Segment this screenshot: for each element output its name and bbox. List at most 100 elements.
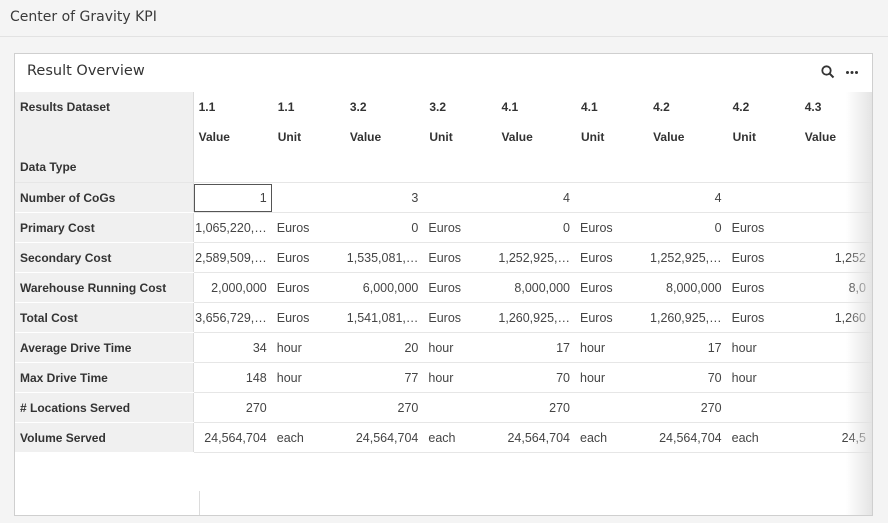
unit-cell[interactable]: Euros bbox=[424, 302, 497, 333]
value-cell[interactable]: 1,252 bbox=[799, 242, 872, 273]
column-dataset-header[interactable]: 4.2 bbox=[728, 92, 800, 122]
value-cell[interactable]: 0 bbox=[496, 212, 576, 243]
unit-cell[interactable]: Euros bbox=[576, 212, 649, 243]
value-cell[interactable]: 4 bbox=[648, 182, 728, 213]
value-cell[interactable]: 2,000,000 bbox=[193, 272, 273, 303]
value-cell[interactable] bbox=[799, 332, 872, 363]
value-cell[interactable]: 8,0 bbox=[799, 272, 872, 303]
unit-cell[interactable] bbox=[576, 182, 649, 213]
unit-cell[interactable]: each bbox=[576, 422, 649, 453]
unit-cell[interactable] bbox=[727, 392, 800, 423]
unit-cell[interactable] bbox=[272, 392, 345, 423]
value-cell[interactable]: 0 bbox=[344, 212, 425, 243]
unit-cell[interactable]: Euros bbox=[727, 302, 800, 333]
column-dataset-header[interactable]: 1.1 bbox=[193, 92, 273, 122]
unit-cell[interactable]: Euros bbox=[576, 302, 649, 333]
value-cell[interactable]: 4 bbox=[496, 182, 576, 213]
unit-cell[interactable]: hour bbox=[424, 362, 497, 393]
value-cell[interactable]: 1,535,081,… bbox=[344, 242, 425, 273]
value-cell[interactable]: 1,260,925,… bbox=[648, 302, 728, 333]
value-cell[interactable] bbox=[799, 182, 872, 213]
unit-cell[interactable]: Euros bbox=[272, 212, 345, 243]
unit-cell[interactable]: Euros bbox=[576, 242, 649, 273]
value-cell[interactable]: 270 bbox=[344, 392, 425, 423]
search-icon[interactable] bbox=[820, 64, 836, 80]
value-cell[interactable]: 24,564,704 bbox=[193, 422, 273, 453]
value-cell[interactable]: 24,564,704 bbox=[648, 422, 728, 453]
column-dataset-header[interactable]: 3.2 bbox=[424, 92, 496, 122]
unit-cell[interactable]: each bbox=[424, 422, 497, 453]
value-cell[interactable]: 8,000,000 bbox=[648, 272, 728, 303]
unit-cell[interactable]: each bbox=[272, 422, 345, 453]
column-type-header[interactable]: Unit bbox=[273, 122, 345, 152]
column-type-header[interactable]: Value bbox=[648, 122, 728, 152]
value-cell[interactable]: 17 bbox=[496, 332, 576, 363]
unit-cell[interactable] bbox=[727, 182, 800, 213]
unit-cell[interactable]: Euros bbox=[272, 302, 345, 333]
value-cell[interactable]: 1,252,925,… bbox=[648, 242, 728, 273]
column-dataset-header[interactable]: 4.2 bbox=[648, 92, 728, 122]
value-cell[interactable] bbox=[799, 362, 872, 393]
column-type-header[interactable]: Unit bbox=[728, 122, 800, 152]
unit-cell[interactable]: hour bbox=[727, 362, 800, 393]
column-type-header[interactable]: Value bbox=[345, 122, 425, 152]
unit-cell[interactable]: hour bbox=[272, 362, 345, 393]
unit-cell[interactable] bbox=[272, 182, 345, 213]
column-datatype-header[interactable] bbox=[424, 152, 497, 183]
value-cell[interactable]: 1,260 bbox=[799, 302, 872, 333]
value-cell[interactable]: 3 bbox=[344, 182, 425, 213]
column-dataset-header[interactable]: 3.2 bbox=[345, 92, 425, 122]
value-cell[interactable] bbox=[799, 392, 872, 423]
value-cell[interactable]: 24,564,704 bbox=[344, 422, 425, 453]
column-datatype-header[interactable] bbox=[576, 152, 649, 183]
value-cell[interactable]: 6,000,000 bbox=[344, 272, 425, 303]
column-datatype-header[interactable] bbox=[496, 152, 576, 183]
column-datatype-header[interactable] bbox=[648, 152, 728, 183]
column-dataset-header[interactable]: 4.1 bbox=[496, 92, 576, 122]
value-cell[interactable]: 1,541,081,… bbox=[344, 302, 425, 333]
column-datatype-header[interactable] bbox=[272, 152, 345, 183]
value-cell[interactable]: 3,656,729,… bbox=[193, 302, 273, 333]
value-cell[interactable] bbox=[799, 212, 872, 243]
unit-cell[interactable]: hour bbox=[576, 332, 649, 363]
value-cell[interactable]: 148 bbox=[193, 362, 273, 393]
unit-cell[interactable]: Euros bbox=[272, 242, 345, 273]
column-type-header[interactable]: Unit bbox=[424, 122, 496, 152]
value-cell[interactable]: 8,000,000 bbox=[496, 272, 576, 303]
column-datatype-header[interactable] bbox=[727, 152, 800, 183]
value-cell[interactable]: 1,252,925,… bbox=[496, 242, 576, 273]
unit-cell[interactable]: hour bbox=[727, 332, 800, 363]
column-dataset-header[interactable]: 4.3 bbox=[800, 92, 872, 122]
value-cell[interactable]: 1 bbox=[193, 182, 273, 213]
column-datatype-header[interactable] bbox=[193, 152, 273, 183]
value-cell[interactable]: 2,589,509,… bbox=[193, 242, 273, 273]
value-cell[interactable]: 1,065,220,… bbox=[193, 212, 273, 243]
unit-cell[interactable]: Euros bbox=[727, 212, 800, 243]
unit-cell[interactable] bbox=[424, 392, 497, 423]
column-type-header[interactable]: Value bbox=[496, 122, 576, 152]
unit-cell[interactable]: hour bbox=[272, 332, 345, 363]
value-cell[interactable]: 17 bbox=[648, 332, 728, 363]
value-cell[interactable]: 24,5 bbox=[799, 422, 872, 453]
column-datatype-header[interactable] bbox=[344, 152, 425, 183]
result-grid[interactable]: Results Dataset 1.1 1.1 3.2 3.2 4.1 4.1 4.2 4.2 4… bbox=[15, 92, 872, 515]
unit-cell[interactable] bbox=[576, 392, 649, 423]
unit-cell[interactable]: Euros bbox=[576, 272, 649, 303]
column-dataset-header[interactable]: 1.1 bbox=[273, 92, 345, 122]
unit-cell[interactable]: Euros bbox=[424, 272, 497, 303]
column-datatype-header[interactable] bbox=[799, 152, 872, 183]
value-cell[interactable]: 20 bbox=[344, 332, 425, 363]
unit-cell[interactable]: Euros bbox=[424, 212, 497, 243]
value-cell[interactable]: 1,260,925,… bbox=[496, 302, 576, 333]
value-cell[interactable]: 34 bbox=[193, 332, 273, 363]
column-type-header[interactable]: Unit bbox=[576, 122, 648, 152]
unit-cell[interactable]: hour bbox=[576, 362, 649, 393]
unit-cell[interactable]: Euros bbox=[272, 272, 345, 303]
value-cell[interactable]: 70 bbox=[648, 362, 728, 393]
value-cell[interactable]: 0 bbox=[648, 212, 728, 243]
value-cell[interactable]: 77 bbox=[344, 362, 425, 393]
more-icon[interactable] bbox=[844, 64, 860, 80]
unit-cell[interactable]: hour bbox=[424, 332, 497, 363]
unit-cell[interactable]: each bbox=[727, 422, 800, 453]
unit-cell[interactable]: Euros bbox=[727, 242, 800, 273]
